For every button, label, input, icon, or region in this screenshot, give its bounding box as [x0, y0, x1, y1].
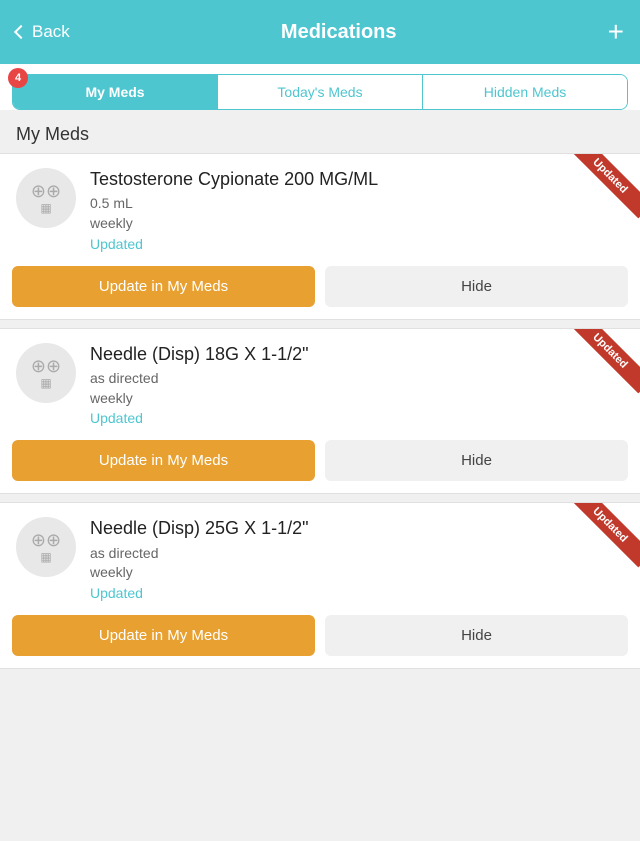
med-details-2: Needle (Disp) 25G X 1-1/2" as directed w…	[90, 517, 624, 601]
med-info-row-1: ⊕⊕ ▦ Needle (Disp) 18G X 1-1/2" as direc…	[0, 329, 640, 437]
med-freq-0: weekly	[90, 214, 624, 234]
camera-icon-1: ▦	[40, 377, 51, 389]
med-card-0: Updated ⊕⊕ ▦ Testosterone Cypionate 200 …	[0, 153, 640, 320]
notification-badge: 4	[8, 68, 28, 88]
section-title: My Meds	[0, 110, 640, 153]
med-freq-2: weekly	[90, 563, 624, 583]
pill-icon-0: ⊕⊕	[31, 182, 61, 200]
med-icon-1: ⊕⊕ ▦	[16, 343, 76, 403]
update-button-1[interactable]: Update in My Meds	[12, 440, 315, 481]
tab-todays-meds[interactable]: Today's Meds	[218, 75, 423, 109]
med-dose-0: 0.5 mL	[90, 194, 624, 214]
app-header: Back Medications +	[0, 0, 640, 64]
med-freq-1: weekly	[90, 389, 624, 409]
med-buttons-2: Update in My Meds Hide	[0, 611, 640, 668]
back-label: Back	[32, 22, 70, 42]
page-title: Medications	[281, 21, 397, 44]
add-button[interactable]: +	[608, 18, 624, 46]
hide-button-0[interactable]: Hide	[325, 266, 628, 307]
pill-icon-2: ⊕⊕	[31, 531, 61, 549]
med-name-2: Needle (Disp) 25G X 1-1/2"	[90, 517, 624, 540]
update-button-2[interactable]: Update in My Meds	[12, 615, 315, 656]
hide-button-2[interactable]: Hide	[325, 615, 628, 656]
med-name-1: Needle (Disp) 18G X 1-1/2"	[90, 343, 624, 366]
pill-icon-1: ⊕⊕	[31, 357, 61, 375]
chevron-left-icon	[14, 25, 28, 39]
med-card-1: Updated ⊕⊕ ▦ Needle (Disp) 18G X 1-1/2" …	[0, 328, 640, 495]
med-dose-1: as directed	[90, 369, 624, 389]
content-area: My Meds Updated ⊕⊕ ▦ Testosterone Cypion…	[0, 110, 640, 669]
med-status-1: Updated	[90, 410, 624, 426]
tab-hidden-meds[interactable]: Hidden Meds	[423, 75, 627, 109]
back-button[interactable]: Back	[16, 22, 70, 42]
update-button-0[interactable]: Update in My Meds	[12, 266, 315, 307]
med-icon-2: ⊕⊕ ▦	[16, 517, 76, 577]
tab-bar-container: 4 My Meds Today's Meds Hidden Meds	[0, 64, 640, 110]
med-icon-0: ⊕⊕ ▦	[16, 168, 76, 228]
med-buttons-0: Update in My Meds Hide	[0, 262, 640, 319]
camera-icon-2: ▦	[40, 551, 51, 563]
tab-my-meds[interactable]: My Meds	[13, 75, 218, 109]
camera-icon-0: ▦	[40, 202, 51, 214]
med-status-2: Updated	[90, 585, 624, 601]
med-info-row-0: ⊕⊕ ▦ Testosterone Cypionate 200 MG/ML 0.…	[0, 154, 640, 262]
med-details-0: Testosterone Cypionate 200 MG/ML 0.5 mL …	[90, 168, 624, 252]
med-info-row-2: ⊕⊕ ▦ Needle (Disp) 25G X 1-1/2" as direc…	[0, 503, 640, 611]
med-dose-2: as directed	[90, 544, 624, 564]
med-status-0: Updated	[90, 236, 624, 252]
med-details-1: Needle (Disp) 18G X 1-1/2" as directed w…	[90, 343, 624, 427]
tab-bar: My Meds Today's Meds Hidden Meds	[12, 74, 628, 110]
med-name-0: Testosterone Cypionate 200 MG/ML	[90, 168, 624, 191]
med-buttons-1: Update in My Meds Hide	[0, 436, 640, 493]
hide-button-1[interactable]: Hide	[325, 440, 628, 481]
med-card-2: Updated ⊕⊕ ▦ Needle (Disp) 25G X 1-1/2" …	[0, 502, 640, 669]
